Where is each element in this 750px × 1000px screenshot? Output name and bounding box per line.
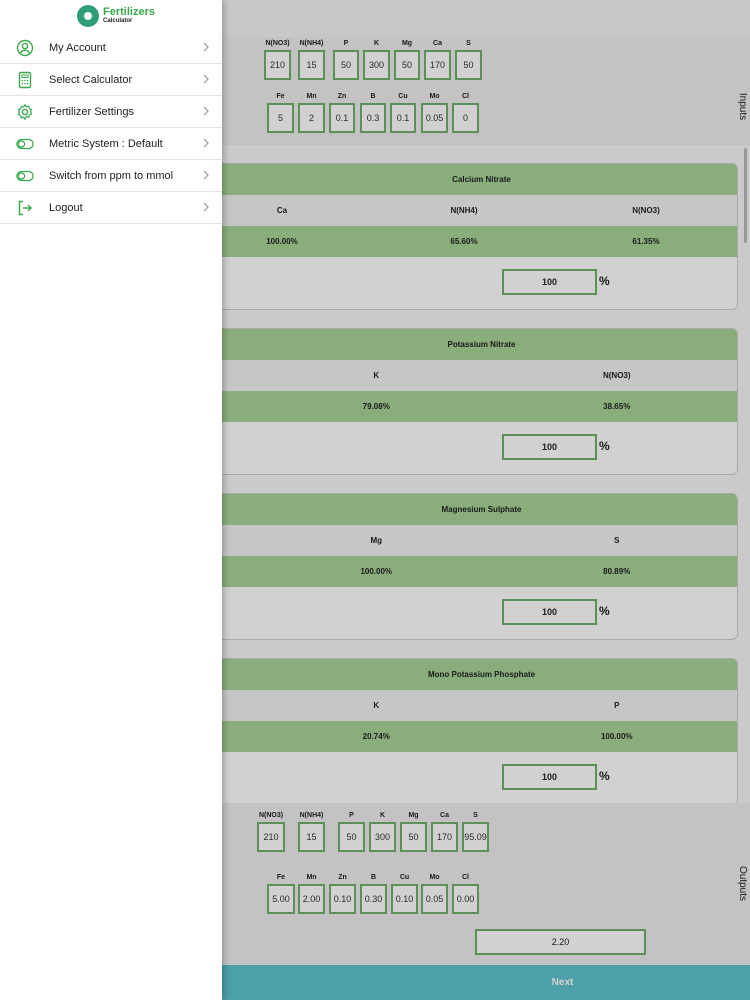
gear-logo-icon — [77, 5, 100, 27]
menu-item-label: Logout — [49, 201, 83, 214]
menu-item-label: Select Calculator — [49, 73, 133, 86]
app-logo: Fertilizers Calculator — [0, 0, 222, 32]
menu-item-select-calculator[interactable]: Select Calculator — [0, 64, 222, 96]
side-drawer: Fertilizers Calculator My Account Select… — [0, 0, 222, 1000]
calculator-icon — [16, 71, 34, 89]
chevron-right-icon — [200, 104, 212, 118]
menu-item-logout[interactable]: Logout — [0, 192, 222, 224]
toggle-icon — [16, 167, 34, 185]
menu-item-switch-units[interactable]: Switch from ppm to mmol — [0, 160, 222, 192]
menu-item-label: Switch from ppm to mmol — [49, 169, 174, 182]
logo-text: Fertilizers Calculator — [103, 7, 155, 25]
menu-item-metric-system[interactable]: Metric System : Default — [0, 128, 222, 160]
chevron-right-icon — [200, 40, 212, 54]
menu-item-fertilizer-settings[interactable]: Fertilizer Settings — [0, 96, 222, 128]
chevron-right-icon — [200, 168, 212, 182]
logo-title: Fertilizers — [103, 6, 155, 18]
menu-item-label: My Account — [49, 41, 106, 54]
toggle-icon — [16, 135, 34, 153]
menu-item-label: Fertilizer Settings — [49, 105, 134, 118]
chevron-right-icon — [200, 72, 212, 86]
logo-subtitle: Calculator — [103, 18, 133, 24]
gear-icon — [16, 103, 34, 121]
logout-icon — [16, 199, 34, 217]
user-circle-icon — [16, 39, 34, 57]
chevron-right-icon — [200, 136, 212, 150]
menu-item-label: Metric System : Default — [49, 137, 163, 150]
chevron-right-icon — [200, 200, 212, 214]
menu-item-my-account[interactable]: My Account — [0, 32, 222, 64]
